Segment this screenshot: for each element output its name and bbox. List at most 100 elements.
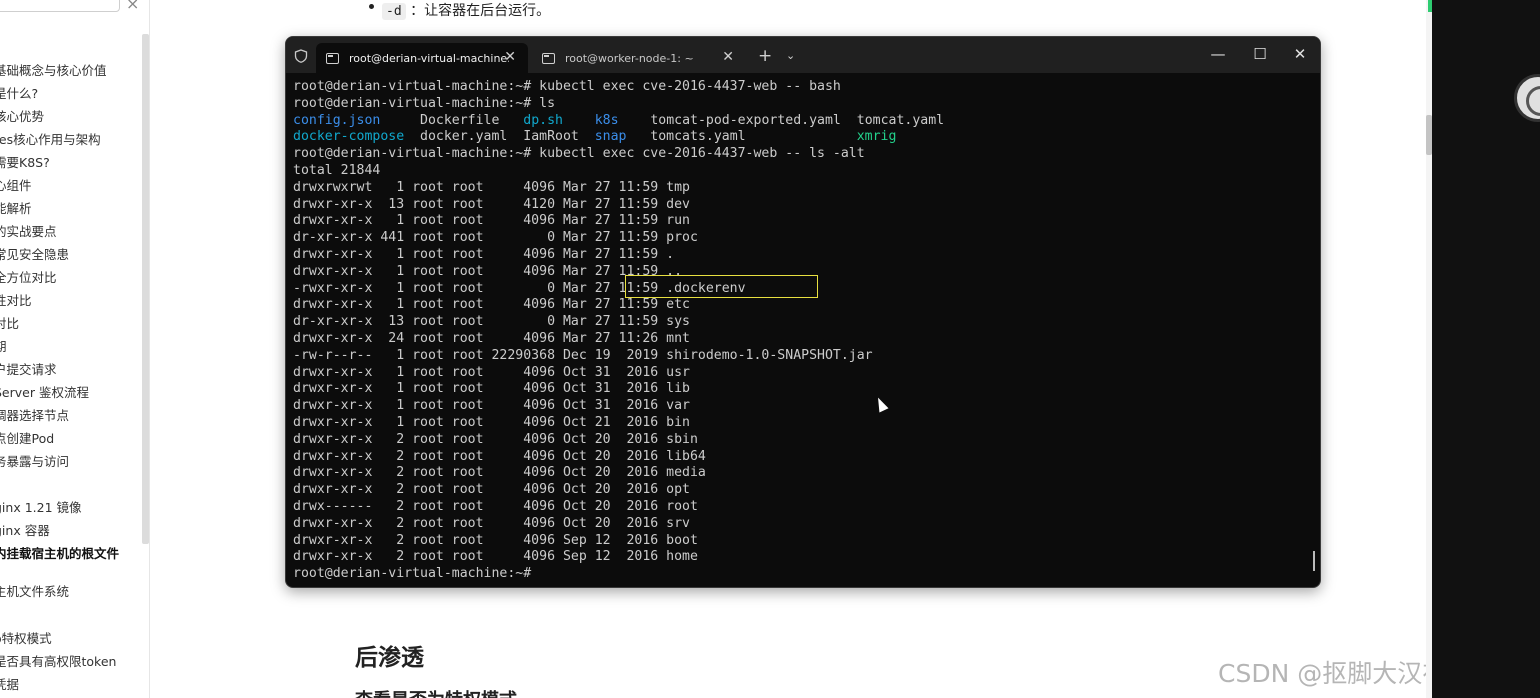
dockerenv-highlight-box: [625, 275, 818, 298]
terminal-text: root@derian-virtual-machine:~# ls: [293, 95, 556, 111]
section-heading: 后渗透: [355, 645, 424, 671]
terminal-line: drwxrwxrwt 1 root root 4096 Mar 27 11:59…: [293, 180, 944, 197]
toc-item[interactable]: 需要K8S?: [0, 152, 50, 171]
terminal-text: snap: [594, 129, 627, 145]
terminal-titlebar: root@derian-virtual-machine: ✕ root@work…: [286, 37, 1320, 73]
terminal-text: dr-xr-xr-x 441 root root 0 Mar 27 11:59 …: [293, 230, 698, 246]
terminal-text: total 21844: [293, 162, 381, 178]
terminal-output[interactable]: root@derian-virtual-machine:~# kubectl e…: [293, 79, 944, 583]
subsection-heading: 查看是否为特权模式: [355, 686, 517, 698]
bullet-text: ：让容器在后台运行。: [410, 3, 551, 19]
toc-item[interactable]: 凭据: [0, 674, 19, 693]
terminal-line: drwxr-xr-x 1 root root 4096 Mar 27 11:59…: [293, 297, 944, 314]
terminal-line: drwxr-xr-x 24 root root 4096 Mar 27 11:2…: [293, 331, 944, 348]
terminal-line: root@derian-virtual-machine:~# kubectl e…: [293, 79, 944, 96]
toc-item[interactable]: ginx 容器: [0, 520, 50, 539]
close-icon[interactable]: ✕: [1290, 45, 1310, 63]
tab-derian[interactable]: root@derian-virtual-machine: ✕: [316, 43, 528, 73]
terminal-text: config.json: [293, 112, 381, 128]
terminal-line: drwxr-xr-x 1 root root 4096 Mar 27 11:59…: [293, 247, 944, 264]
terminal-text: drwxr-xr-x 1 root root 4096 Mar 27 11:59…: [293, 297, 690, 313]
terminal-line: drwxr-xr-x 2 root root 4096 Oct 20 2016 …: [293, 516, 944, 533]
sidebar-scrollbar[interactable]: [142, 34, 149, 544]
terminal-line: dr-xr-xr-x 13 root root 0 Mar 27 11:59 s…: [293, 314, 944, 331]
terminal-scrollbar[interactable]: [1313, 551, 1315, 571]
terminal-text: drwxr-xr-x 2 root root 4096 Oct 20 2016 …: [293, 431, 698, 447]
terminal-line: drwxr-xr-x 1 root root 4096 Mar 27 11:59…: [293, 213, 944, 230]
toc-item[interactable]: 户提交请求: [0, 359, 57, 378]
terminal-line: root@derian-virtual-machine:~#: [293, 566, 944, 583]
toc-item[interactable]: 能解析: [0, 198, 32, 217]
terminal-window: root@derian-virtual-machine: ✕ root@work…: [285, 36, 1321, 588]
terminal-line: drwx------ 2 root root 4096 Oct 20 2016 …: [293, 499, 944, 516]
toc-item[interactable]: 调器选择节点: [0, 405, 69, 424]
terminal-text: tomcats.yaml: [626, 129, 857, 145]
terminal-text: drwxr-xr-x 2 root root 4096 Sep 12 2016 …: [293, 532, 698, 548]
toc-item[interactable]: 是否具有高权限token: [0, 651, 116, 670]
toc-item[interactable]: 核心优势: [0, 106, 44, 125]
terminal-line: drwxr-xr-x 2 root root 4096 Oct 20 2016 …: [293, 465, 944, 482]
terminal-line: drwxr-xr-x 1 root root 4096 Oct 21 2016 …: [293, 415, 944, 432]
close-icon[interactable]: ✕: [504, 49, 516, 65]
toc-item[interactable]: 期: [0, 336, 7, 355]
minimize-icon[interactable]: —: [1208, 45, 1228, 63]
terminal-line: drwxr-xr-x 2 root root 4096 Sep 12 2016 …: [293, 533, 944, 550]
toc-item[interactable]: 主机文件系统: [0, 581, 69, 600]
close-icon[interactable]: ✕: [722, 49, 734, 65]
terminal-line: drwxr-xr-x 2 root root 4096 Sep 12 2016 …: [293, 549, 944, 566]
toc-item[interactable]: Server 鉴权流程: [0, 382, 89, 401]
toc-item[interactable]: o特权模式: [0, 628, 52, 647]
terminal-text: drwxr-xr-x 2 root root 4096 Oct 20 2016 …: [293, 515, 690, 531]
terminal-text: root@derian-virtual-machine:~# kubectl e…: [293, 146, 865, 162]
terminal-text: drwxr-xr-x 2 root root 4096 Oct 20 2016 …: [293, 465, 706, 481]
terminal-line: drwxr-xr-x 13 root root 4120 Mar 27 11:5…: [293, 197, 944, 214]
toc-item[interactable]: 心组件: [0, 175, 32, 194]
close-icon[interactable]: ×: [126, 0, 139, 13]
terminal-text: dp.sh: [523, 112, 563, 128]
terminal-text: root@derian-virtual-machine:~#: [293, 566, 532, 582]
tab-label: root@worker-node-1: ~: [565, 51, 694, 65]
terminal-text: drwxr-xr-x 2 root root 4096 Sep 12 2016 …: [293, 549, 698, 565]
terminal-line: docker-compose docker.yaml IamRoot snap …: [293, 129, 944, 146]
toc-item[interactable]: 的实战要点: [0, 221, 57, 240]
bullet-dot: [369, 4, 374, 9]
table-of-contents-sidebar: × 基础概念与核心价值是什么? 核心优势 tes核心作用与架构需要K8S? 心组件能解…: [0, 0, 150, 698]
toc-item[interactable]: 对比: [0, 313, 19, 332]
sidebar-search-input[interactable]: [0, 0, 120, 12]
chevron-down-icon[interactable]: ⌄: [786, 49, 795, 62]
terminal-line: config.json Dockerfile dp.sh k8s tomcat-…: [293, 113, 944, 130]
terminal-text: root@derian-virtual-machine:~# kubectl e…: [293, 79, 841, 94]
toc-item[interactable]: 性对比: [0, 290, 32, 309]
terminal-text: drwxr-xr-x 2 root root 4096 Oct 20 2016 …: [293, 448, 706, 464]
toc-item[interactable]: tes核心作用与架构: [0, 129, 101, 148]
terminal-text: tomcat-pod-exported.yaml tomcat.yaml: [618, 112, 945, 128]
terminal-line: drwxr-xr-x 1 root root 4096 Oct 31 2016 …: [293, 365, 944, 382]
toc-item[interactable]: 基础概念与核心价值: [0, 60, 107, 79]
toc-item[interactable]: 务暴露与访问: [0, 451, 69, 470]
terminal-text: drwx------ 2 root root 4096 Oct 20 2016 …: [293, 498, 698, 514]
terminal-text: drwxr-xr-x 1 root root 4096 Mar 27 11:59…: [293, 263, 683, 279]
terminal-line: total 21844: [293, 163, 944, 180]
tab-worker-node[interactable]: root@worker-node-1: ~ ✕: [532, 43, 746, 73]
terminal-text: drwxr-xr-x 1 root root 4096 Oct 31 2016 …: [293, 364, 690, 380]
terminal-text: drwxr-xr-x 13 root root 4120 Mar 27 11:5…: [293, 196, 690, 212]
terminal-text: drwxr-xr-x 24 root root 4096 Mar 27 11:2…: [293, 330, 690, 346]
terminal-line: root@derian-virtual-machine:~# ls: [293, 96, 944, 113]
terminal-text: docker.yaml IamRoot: [404, 129, 595, 145]
toc-item[interactable]: 内挂载宿主机的根文件: [0, 543, 119, 562]
toc-item[interactable]: 是什么?: [0, 83, 38, 102]
terminal-text: drwxr-xr-x 1 root root 4096 Oct 31 2016 …: [293, 381, 690, 397]
maximize-icon[interactable]: ☐: [1250, 45, 1270, 63]
terminal-text: drwxr-xr-x 2 root root 4096 Oct 20 2016 …: [293, 482, 690, 498]
toc-item[interactable]: 点创建Pod: [0, 428, 54, 447]
terminal-line: -rw-r--r-- 1 root root 22290368 Dec 19 2…: [293, 348, 944, 365]
toc-item[interactable]: 常见安全隐患: [0, 244, 69, 263]
terminal-line: drwxr-xr-x 1 root root 4096 Mar 27 11:59…: [293, 264, 944, 281]
toc-item[interactable]: ginx 1.21 镜像: [0, 497, 82, 516]
terminal-text: drwxr-xr-x 1 root root 4096 Oct 21 2016 …: [293, 414, 690, 430]
terminal-text: -rw-r--r-- 1 root root 22290368 Dec 19 2…: [293, 347, 873, 363]
toc-item[interactable]: 全方位对比: [0, 267, 57, 286]
plus-icon[interactable]: +: [758, 46, 772, 66]
tab-label: root@derian-virtual-machine:: [349, 51, 509, 65]
